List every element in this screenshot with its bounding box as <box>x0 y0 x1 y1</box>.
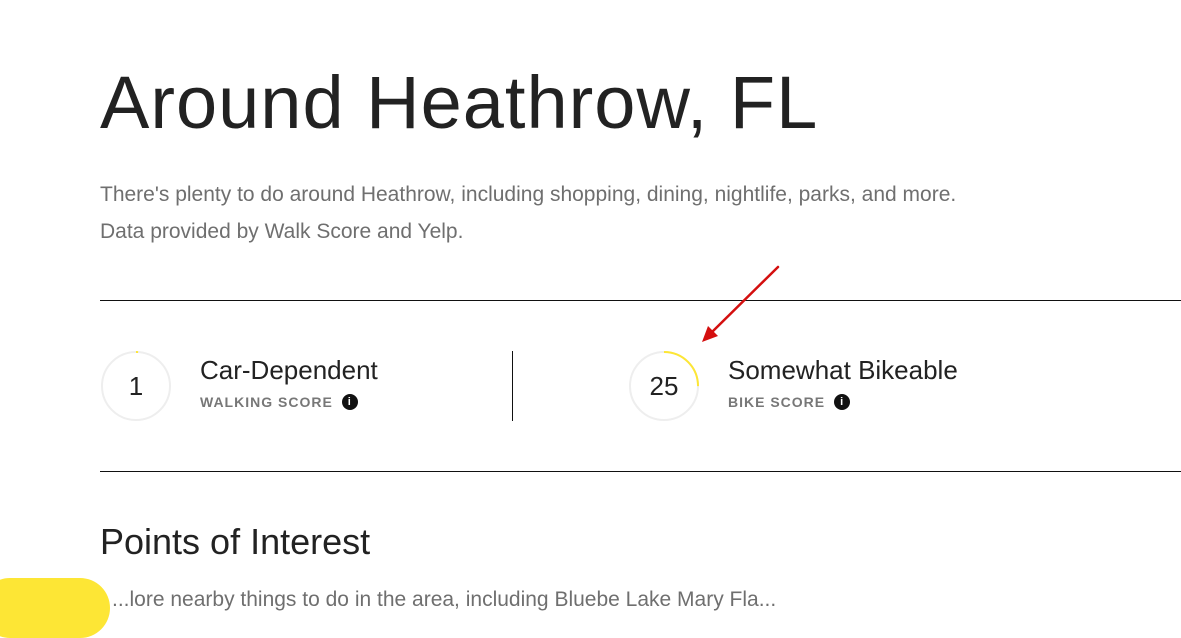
walk-score-info-icon[interactable]: i <box>341 394 358 410</box>
annotation-arrow-icon <box>702 265 780 342</box>
divider-bottom <box>100 471 1181 472</box>
page-title: Around Heathrow, FL <box>100 61 819 144</box>
score-divider <box>512 351 513 421</box>
walk-score-type: WALKING SCORE <box>200 394 333 410</box>
walk-score-value: 1 <box>128 371 144 401</box>
bike-score-value: 25 <box>649 371 679 401</box>
walk-score-label: Car-Dependent <box>200 355 378 385</box>
intro-text: There's plenty to do around Heathrow, in… <box>100 183 957 243</box>
bike-score-info-icon[interactable]: i <box>834 394 851 410</box>
bike-score-label: Somewhat Bikeable <box>728 355 958 385</box>
bike-score-type: BIKE SCORE <box>728 394 826 410</box>
divider-top <box>100 300 1181 301</box>
poi-section-title: Points of Interest <box>100 521 371 562</box>
poi-description: ...lore nearby things to do in the area,… <box>112 588 777 611</box>
floating-action-tab[interactable] <box>0 578 110 638</box>
